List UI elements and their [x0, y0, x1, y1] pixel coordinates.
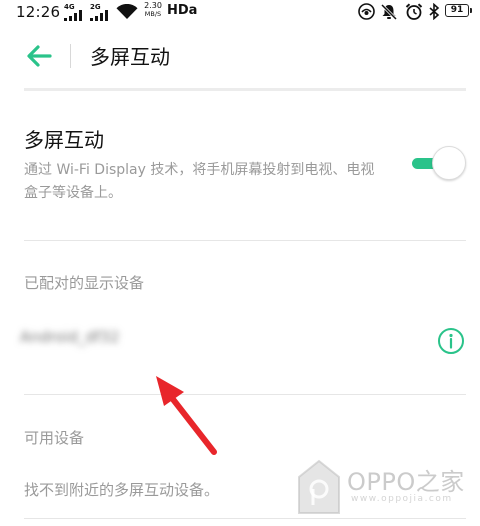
title-underline	[24, 88, 466, 91]
status-bar: 12:26 4G 2G 2.30 MB/S HDa 91	[0, 0, 480, 24]
alarm-icon	[405, 3, 423, 20]
info-circle-icon[interactable]	[437, 327, 465, 355]
paired-device-row[interactable]: Android_df32	[0, 300, 480, 380]
multi-screen-toggle[interactable]	[410, 145, 466, 181]
paired-devices-header: 已配对的显示设备	[24, 274, 145, 292]
divider-2	[24, 394, 466, 395]
title-divider	[70, 44, 71, 68]
empty-devices-message: 找不到附近的多屏互动设备。	[24, 481, 220, 499]
red-arrow-annotation-icon	[156, 376, 217, 455]
arrow-left-icon[interactable]	[26, 44, 52, 68]
title-bar: 多屏互动	[0, 24, 480, 88]
toggle-knob	[432, 146, 466, 180]
battery-level: 91	[450, 5, 464, 15]
speed-unit: MB/S	[144, 10, 162, 18]
watermark: OPPO之家 www.oppojia.com	[297, 459, 467, 515]
available-devices-header: 可用设备	[24, 429, 85, 447]
divider	[24, 240, 466, 241]
network-2: 2G	[90, 3, 112, 21]
bluetooth-icon	[429, 3, 440, 20]
setting-title: 多屏互动	[24, 128, 104, 152]
signal-bars-icon-2	[90, 10, 108, 21]
hd-label: HDa	[167, 3, 198, 18]
network-speed: 2.30 MB/S	[141, 1, 165, 19]
setting-description: 通过 Wi-Fi Display 技术，将手机屏幕投射到电视、电视盒子等设备上。	[24, 162, 375, 201]
wifi-icon	[116, 4, 138, 19]
signal-bars-icon	[64, 10, 82, 21]
status-time: 12:26	[16, 3, 61, 21]
watermark-brand: OPPO之家	[347, 468, 465, 496]
watermark-url: www.oppojia.com	[351, 494, 453, 504]
speed-value: 2.30	[144, 1, 162, 10]
vibrate-mute-icon	[380, 3, 398, 20]
network-1: 4G	[64, 3, 86, 21]
browser-icon	[358, 3, 375, 20]
page-title: 多屏互动	[90, 45, 170, 69]
house-logo-icon	[298, 459, 340, 514]
divider-3	[24, 518, 466, 519]
battery-icon: 91	[445, 4, 472, 17]
screen: 12:26 4G 2G 2.30 MB/S HDa 91 多屏互动 多屏互动 通…	[0, 0, 480, 526]
device-name: Android_df32	[20, 328, 120, 346]
